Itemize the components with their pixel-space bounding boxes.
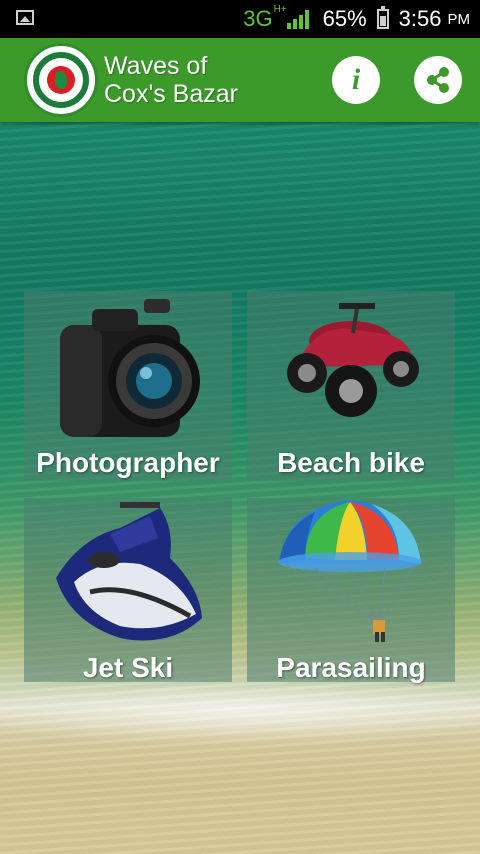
tile-label-photographer: Photographer — [36, 447, 220, 478]
share-button[interactable] — [414, 56, 462, 104]
image-notification-icon — [16, 10, 34, 25]
tile-photographer[interactable]: Photographer — [24, 291, 232, 481]
tile-parasailing[interactable]: Parasailing — [247, 498, 455, 683]
atv-icon — [287, 303, 419, 417]
tile-beach-bike[interactable]: Beach bike — [247, 291, 455, 481]
government-seal-logo — [24, 43, 98, 117]
tile-label-jet-ski: Jet Ski — [82, 652, 174, 683]
app-title-line1: Waves of — [104, 52, 208, 80]
parachute-icon — [278, 500, 422, 642]
info-icon: i — [351, 63, 361, 96]
app-bar: Waves of Cox's Bazar i — [0, 38, 480, 122]
tile-label-beach-bike: Beach bike — [277, 447, 425, 478]
app-title: Waves of Cox's Bazar — [104, 52, 238, 108]
beach-background — [0, 122, 480, 854]
tile-label-parasailing: Parasailing — [276, 652, 426, 683]
jet-ski-icon — [56, 502, 202, 641]
clock-ampm: PM — [447, 10, 471, 28]
status-bar: 3G H+ 65% 3:56 PM — [0, 0, 480, 38]
tile-jet-ski[interactable]: Jet Ski — [24, 498, 232, 683]
clock-time: 3:56 — [398, 6, 442, 31]
share-icon — [427, 67, 449, 93]
battery-percent: 65% — [322, 6, 367, 31]
info-button[interactable]: i — [332, 56, 380, 104]
network-type: 3G H+ — [243, 4, 287, 31]
camera-icon — [60, 299, 200, 437]
battery-icon — [376, 6, 389, 29]
app-title-line2: Cox's Bazar — [104, 80, 238, 108]
signal-icon — [286, 9, 309, 29]
